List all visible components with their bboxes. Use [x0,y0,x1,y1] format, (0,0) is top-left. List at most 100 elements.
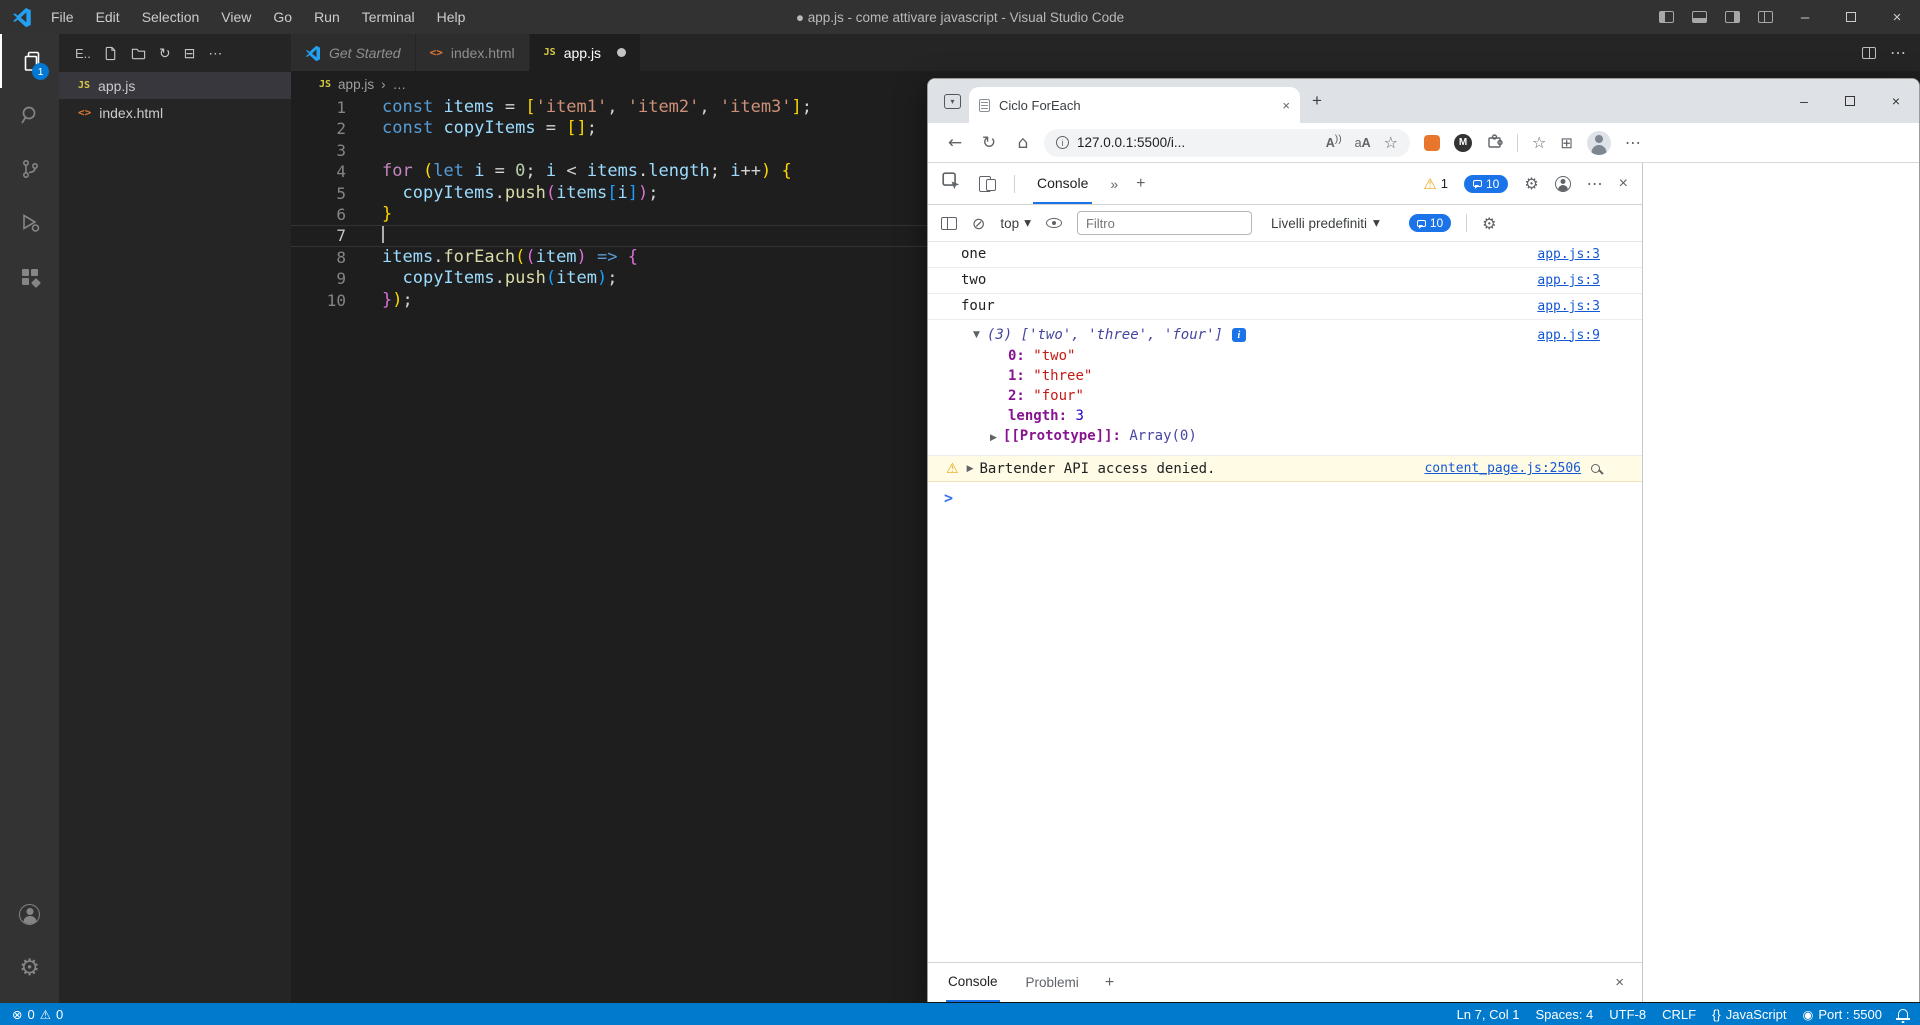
edge-maximize-button[interactable] [1827,79,1873,123]
array-property-row[interactable]: 0: "two" [928,346,1600,366]
expand-caret-icon[interactable]: ▶ [967,464,974,474]
source-link[interactable]: app.js:9 [1521,328,1600,343]
read-aloud-icon[interactable]: A)) [1326,134,1342,150]
message-count-badge[interactable]: 10 [1464,175,1508,193]
console-log-row[interactable]: twoapp.js:3 [928,268,1642,294]
array-property-row[interactable]: 1: "three" [928,366,1600,386]
menu-terminal[interactable]: Terminal [351,0,426,34]
refresh-explorer-icon[interactable]: ↻ [159,46,171,60]
console-prompt[interactable]: > [928,482,1642,507]
activity-run-debug[interactable] [0,196,59,250]
levels-count-badge[interactable]: 10 [1409,214,1451,232]
console-settings-icon[interactable]: ⚙ [1482,214,1496,233]
tab-appjs[interactable]: JS app.js [530,34,641,71]
edge-close-button[interactable]: × [1873,79,1919,123]
browser-tab[interactable]: Ciclo ForEach × [969,87,1300,123]
console-log-row[interactable]: fourapp.js:3 [928,294,1642,320]
activity-search[interactable] [0,88,59,142]
menu-view[interactable]: View [210,0,262,34]
toggle-panel-icon[interactable] [1692,11,1707,23]
extensions-puzzle-icon[interactable] [1486,132,1503,154]
home-icon[interactable]: ⌂ [1006,133,1040,153]
tab-get-started[interactable]: Get Started [291,34,416,71]
devtools-close-icon[interactable]: × [1619,175,1628,193]
devtools-more-icon[interactable]: ⋯ [1587,174,1603,194]
menu-file[interactable]: File [40,0,85,34]
source-link[interactable]: app.js:3 [1521,273,1600,288]
source-link[interactable]: app.js:3 [1521,299,1600,314]
modified-dot-icon[interactable] [617,48,626,57]
activity-explorer[interactable]: 1 [0,34,59,88]
favorite-star-icon[interactable]: ☆ [1384,133,1398,152]
source-link[interactable]: content_page.js:2506 [1408,461,1581,476]
address-bar[interactable]: i 127.0.0.1:5500/i... A)) aA ☆ [1044,129,1410,157]
indentation[interactable]: Spaces: 4 [1535,1007,1593,1022]
vscode-maximize-button[interactable] [1828,0,1874,34]
live-server-port[interactable]: ◉Port : 5500 [1802,1007,1882,1022]
console-log-row[interactable]: oneapp.js:3 [928,242,1642,268]
activity-source-control[interactable] [0,142,59,196]
add-tool-icon[interactable]: + [1136,175,1145,193]
filter-input[interactable] [1077,211,1252,235]
context-selector[interactable]: top▾ [1000,215,1031,231]
array-property-row[interactable]: 2: "four" [928,386,1600,406]
menu-edit[interactable]: Edit [85,0,131,34]
new-file-icon[interactable] [103,46,118,61]
array-property-row[interactable]: length: 3 [928,406,1600,426]
inspect-element-icon[interactable] [942,172,961,196]
drawer-tab-problems[interactable]: Problemi [1024,963,1081,1002]
refresh-icon[interactable]: ↻ [972,133,1006,153]
translate-icon[interactable]: aA [1355,136,1371,150]
breadcrumb-file[interactable]: app.js [338,77,374,92]
toggle-sidebar-icon[interactable] [1659,11,1674,23]
expand-caret-icon[interactable]: ▶ [990,433,997,443]
device-toolbar-icon[interactable] [979,176,996,191]
eol-sequence[interactable]: CRLF [1662,1007,1696,1022]
collections-icon[interactable]: ⊞ [1560,134,1573,152]
language-mode[interactable]: {}JavaScript [1712,1007,1786,1022]
menu-run[interactable]: Run [303,0,351,34]
menu-help[interactable]: Help [426,0,477,34]
vscode-minimize-button[interactable]: – [1782,0,1828,34]
customize-layout-icon[interactable] [1758,11,1773,23]
back-icon[interactable]: ← [938,133,972,153]
profile-avatar[interactable] [1587,131,1611,155]
log-levels-selector[interactable]: Livelli predefiniti▾ [1271,215,1380,231]
collapse-caret-icon[interactable]: ▼ [973,330,980,340]
extension-m-icon[interactable]: M [1454,134,1472,152]
vscode-close-button[interactable]: × [1874,0,1920,34]
drawer-add-icon[interactable]: + [1105,974,1114,992]
devtools-settings-icon[interactable]: ⚙ [1524,174,1538,193]
drawer-close-icon[interactable]: × [1615,974,1624,991]
settings-menu-icon[interactable]: ⋯ [1625,133,1641,153]
more-tabs-icon[interactable]: » [1110,176,1118,192]
new-folder-icon[interactable] [131,46,146,61]
feedback-icon[interactable] [1555,176,1571,192]
browser-page-content[interactable] [1644,163,1919,1002]
live-expression-icon[interactable] [1046,218,1062,228]
url-text[interactable]: 127.0.0.1:5500/i... [1077,135,1185,150]
new-tab-button[interactable]: + [1312,91,1322,111]
clear-console-icon[interactable]: ⊘ [972,214,985,233]
tab-close-icon[interactable]: × [1282,98,1290,113]
extension-icon[interactable] [1424,135,1440,151]
activity-extensions[interactable] [0,250,59,304]
tab-actions-menu-icon[interactable]: ▾ [944,94,961,109]
source-link[interactable]: app.js:3 [1521,247,1600,262]
console-warning-row[interactable]: ⚠▶Bartender API access denied.content_pa… [928,456,1642,482]
encoding[interactable]: UTF-8 [1609,1007,1646,1022]
cursor-position[interactable]: Ln 7, Col 1 [1457,1007,1520,1022]
activity-accounts[interactable] [0,887,59,941]
edge-minimize-button[interactable]: – [1781,79,1827,123]
warning-count-badge[interactable]: ⚠1 [1423,175,1448,193]
favorites-bar-icon[interactable]: ☆ [1532,133,1546,152]
magnifier-icon[interactable] [1591,464,1600,473]
array-property-row[interactable]: ▶[[Prototype]]: Array(0) [928,426,1600,448]
site-info-icon[interactable]: i [1056,136,1069,149]
notifications-bell[interactable] [1898,1011,1908,1018]
devtools-tab-console[interactable]: Console [1033,163,1092,204]
collapse-folders-icon[interactable]: ⊟ [184,46,196,60]
explorer-more-icon[interactable]: ⋯ [208,46,222,60]
array-preview-row[interactable]: ▼(3) ['two', 'three', 'four']iapp.js:9 [928,324,1600,346]
activity-settings[interactable]: ⚙ [0,941,59,995]
